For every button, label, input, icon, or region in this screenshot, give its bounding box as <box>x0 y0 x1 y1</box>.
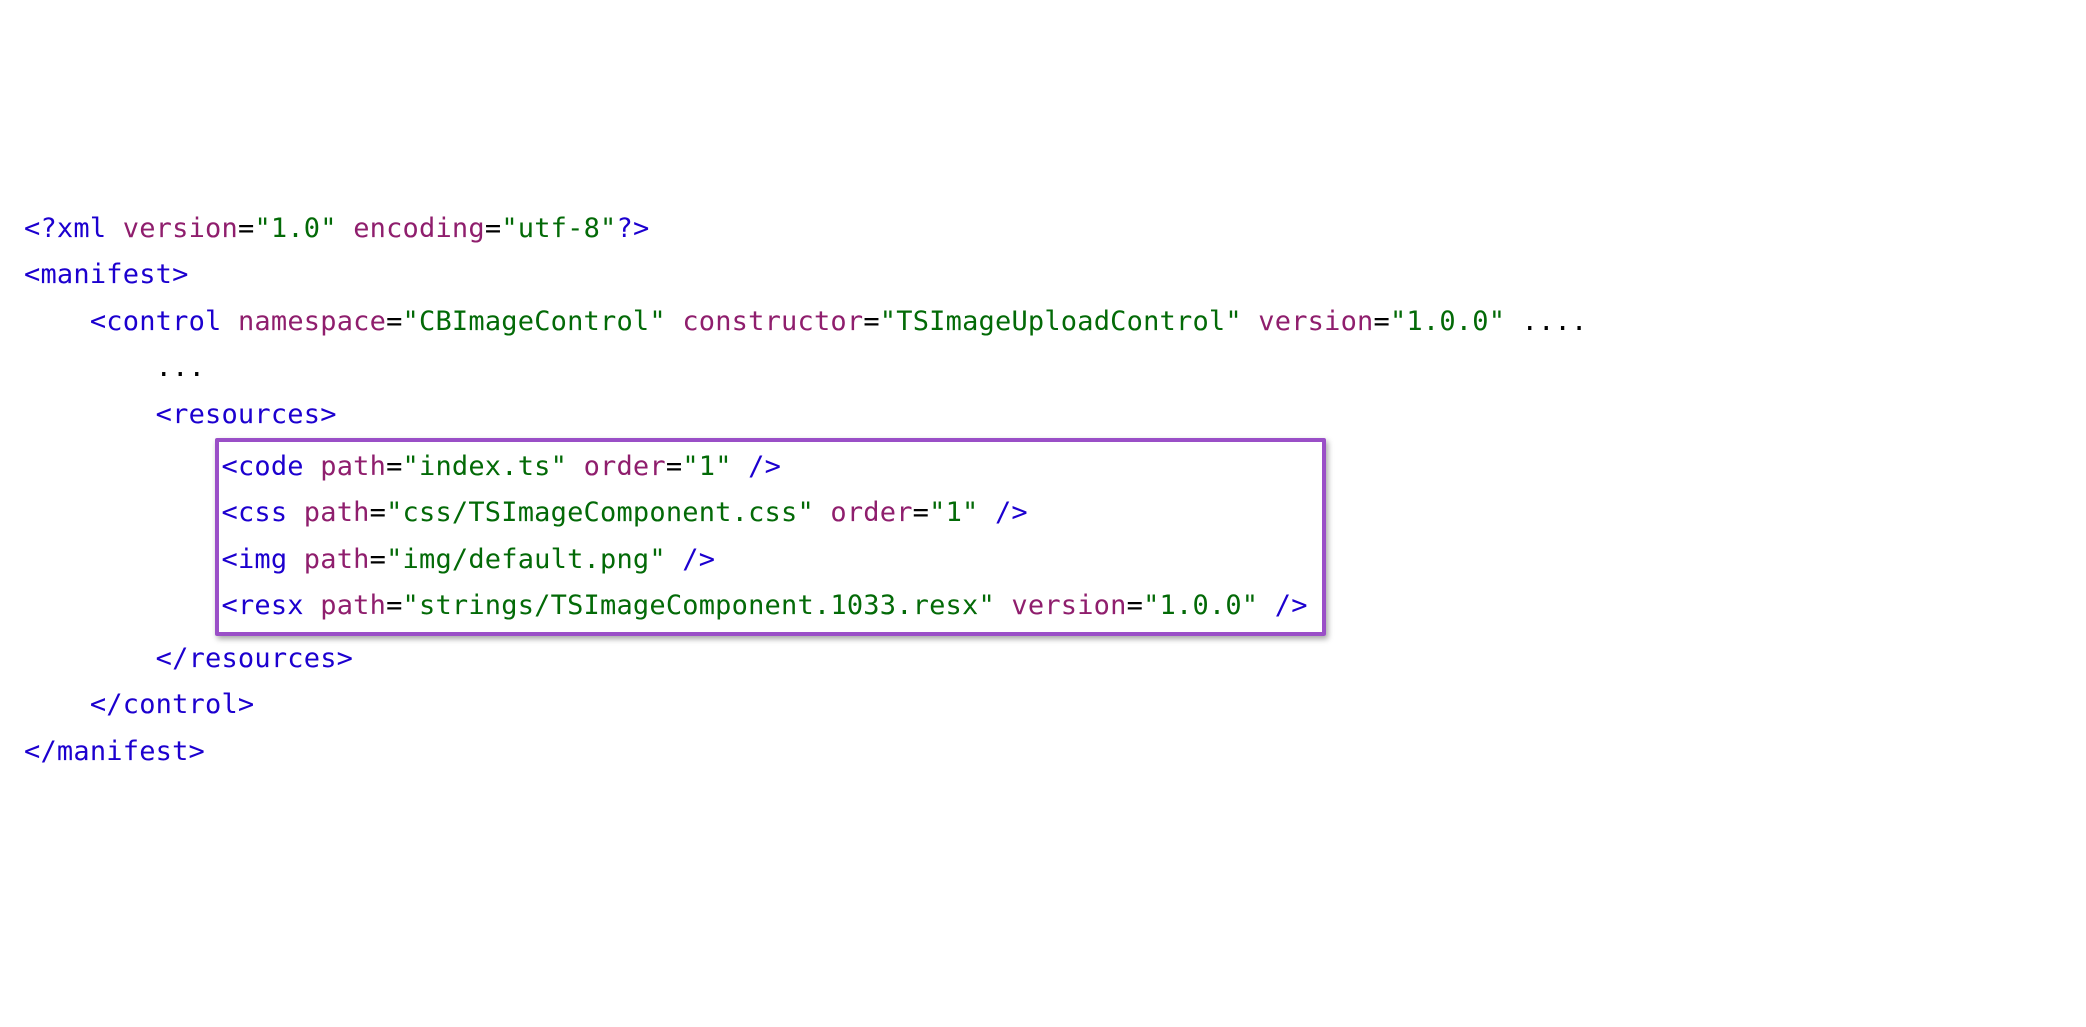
res2-attr0-val: "img/default.png" <box>386 544 666 575</box>
res1-close: /> <box>979 497 1028 528</box>
control-attr-name-1: constructor <box>682 306 863 337</box>
control-trail: .... <box>1522 306 1588 337</box>
xml-attr-val-0: "1.0" <box>254 213 336 244</box>
res3-attr1-name: version <box>1011 590 1126 621</box>
xml-decl-open: <? <box>24 213 57 244</box>
res0-close: /> <box>732 451 781 482</box>
resources-open: <resources> <box>156 399 337 430</box>
body-ellipsis: ... <box>156 352 205 383</box>
res3-attr0-val: "strings/TSImageComponent.1033.resx" <box>403 590 995 621</box>
res1-attr1-name: order <box>830 497 912 528</box>
xml-decl-close: ?> <box>617 213 650 244</box>
lt: < <box>221 544 237 575</box>
res0-attr0-name: path <box>320 451 386 482</box>
xml-decl-name: xml <box>57 213 106 244</box>
control-attr-name-0: namespace <box>238 306 386 337</box>
res3-attr1-val: "1.0.0" <box>1143 590 1258 621</box>
res3-tag: resx <box>238 590 304 621</box>
resources-close: </resources> <box>156 643 353 674</box>
control-lt: < <box>90 306 106 337</box>
res1-attr0-name: path <box>304 497 370 528</box>
code-block: <?xml version="1.0" encoding="utf-8"?> <… <box>24 206 2062 775</box>
res1-attr1-val: "1" <box>929 497 978 528</box>
res1-tag: css <box>238 497 287 528</box>
manifest-close: </manifest> <box>24 736 205 767</box>
control-attr-val-0: "CBImageControl" <box>403 306 666 337</box>
indent <box>24 590 221 621</box>
res3-attr0-name: path <box>320 590 386 621</box>
control-close: </control> <box>90 689 255 720</box>
indent <box>24 689 90 720</box>
res0-tag: code <box>238 451 304 482</box>
res2-close: /> <box>666 544 715 575</box>
indent <box>24 643 156 674</box>
indent <box>24 352 156 383</box>
res0-attr1-name: order <box>584 451 666 482</box>
lt: < <box>221 451 237 482</box>
res2-attr0-name: path <box>304 544 370 575</box>
res3-close: /> <box>1258 590 1307 621</box>
manifest-open: <manifest> <box>24 259 189 290</box>
res2-tag: img <box>238 544 287 575</box>
res0-attr0-val: "index.ts" <box>403 451 568 482</box>
xml-attr-val-1: "utf-8" <box>501 213 616 244</box>
control-name: control <box>106 306 221 337</box>
xml-attr-name-0: version <box>123 213 238 244</box>
control-attr-val-2: "1.0.0" <box>1390 306 1505 337</box>
xml-attr-name-1: encoding <box>353 213 485 244</box>
indent <box>24 399 156 430</box>
control-attr-name-2: version <box>1258 306 1373 337</box>
indent <box>24 306 90 337</box>
control-attr-val-1: "TSImageUploadControl" <box>880 306 1242 337</box>
lt: < <box>221 590 237 621</box>
res1-attr0-val: "css/TSImageComponent.css" <box>386 497 814 528</box>
resources-highlight-box: <code path="index.ts" order="1" /> <css … <box>215 438 1325 636</box>
res0-attr1-val: "1" <box>682 451 731 482</box>
lt: < <box>221 497 237 528</box>
